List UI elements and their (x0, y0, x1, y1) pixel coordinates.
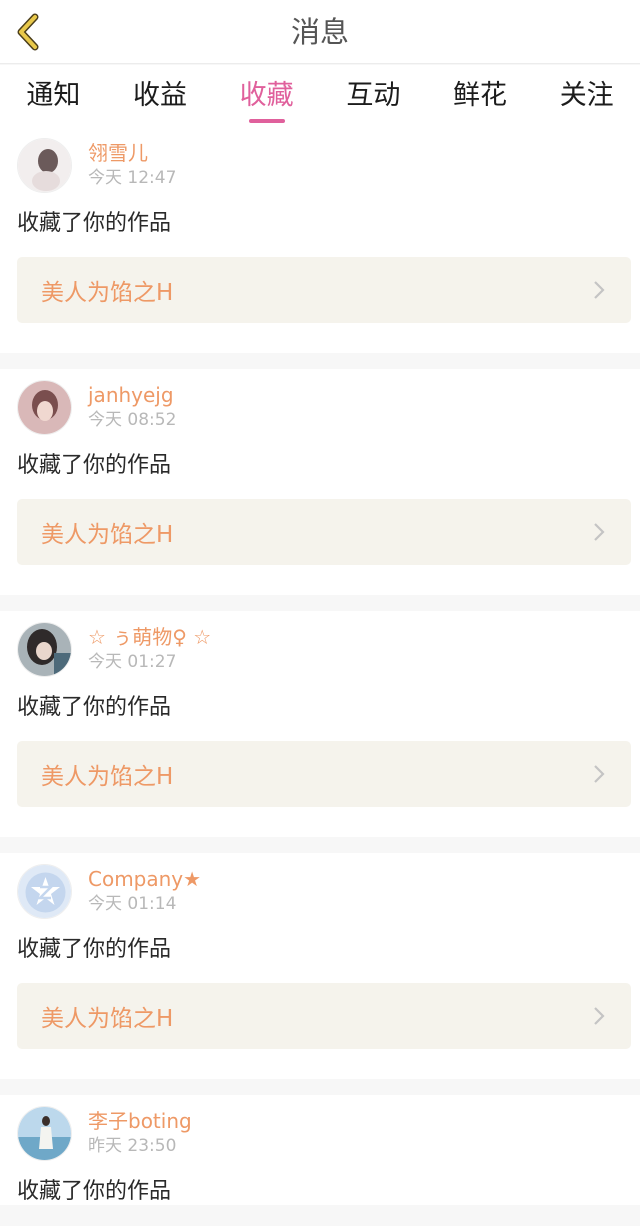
username[interactable]: janhyejg (88, 382, 176, 408)
timestamp: 今天 08:52 (88, 410, 177, 430)
avatar[interactable] (17, 1105, 72, 1161)
action-text: 收藏了你的作品 (17, 695, 172, 720)
tab-earnings[interactable]: 收益 (107, 65, 214, 127)
back-button[interactable] (0, 0, 56, 64)
tab-flowers[interactable]: 鲜花 (427, 65, 534, 127)
tab-label: 关注 (559, 80, 614, 111)
avatar[interactable] (17, 621, 72, 677)
avatar[interactable] (17, 379, 72, 435)
tab-label: 收藏 (239, 80, 294, 111)
list-item: Company★ 今天 01:14 收藏了你的作品 美人为馅之H (0, 853, 640, 1079)
tab-label: 鲜花 (453, 80, 508, 111)
work-title: 美人为馅之H (41, 764, 174, 790)
tab-follows[interactable]: 关注 (533, 65, 640, 127)
avatar[interactable] (17, 137, 72, 193)
action-text: 收藏了你的作品 (17, 937, 172, 962)
action-text: 收藏了你的作品 (17, 211, 172, 236)
top-bar: 消息 (0, 0, 640, 64)
tab-label: 收益 (133, 80, 187, 111)
tab-notifications[interactable]: 通知 (0, 65, 107, 127)
chevron-right-icon (594, 523, 605, 541)
action-text: 收藏了你的作品 (17, 1179, 172, 1204)
timestamp: 今天 01:27 (88, 652, 177, 672)
chevron-right-icon (594, 281, 605, 299)
work-title: 美人为馅之H (41, 522, 174, 548)
work-link[interactable]: 美人为馅之H (17, 499, 631, 565)
work-link[interactable]: 美人为馅之H (17, 983, 631, 1049)
username[interactable]: 李子boting (88, 1108, 192, 1134)
username[interactable]: ☆ ぅ萌物♀ ☆ (88, 624, 211, 650)
active-tab-indicator (248, 119, 285, 123)
list-item: 翎雪儿 今天 12:47 收藏了你的作品 美人为馅之H (0, 127, 640, 353)
chevron-right-icon (594, 1007, 605, 1025)
action-text: 收藏了你的作品 (17, 453, 172, 478)
page-title: 消息 (290, 15, 349, 49)
list-item: 李子boting 昨天 23:50 收藏了你的作品 (0, 1095, 640, 1205)
timestamp: 今天 12:47 (88, 168, 177, 188)
message-list: 翎雪儿 今天 12:47 收藏了你的作品 美人为馅之H janhyejg 今天 … (0, 127, 640, 1221)
chevron-left-icon (17, 13, 39, 51)
list-item: janhyejg 今天 08:52 收藏了你的作品 美人为馅之H (0, 369, 640, 595)
username[interactable]: 翎雪儿 (88, 140, 176, 166)
work-link[interactable]: 美人为馅之H (17, 257, 631, 323)
tab-bar: 通知 收益 收藏 互动 鲜花 关注 (0, 65, 640, 127)
tab-favorites[interactable]: 收藏 (213, 65, 320, 127)
avatar[interactable] (17, 863, 72, 919)
work-link[interactable]: 美人为馅之H (17, 741, 631, 807)
timestamp: 昨天 23:50 (88, 1136, 177, 1156)
chevron-right-icon (594, 765, 605, 783)
tab-label: 互动 (346, 80, 401, 111)
tab-interactions[interactable]: 互动 (320, 65, 427, 127)
timestamp: 今天 01:14 (88, 894, 177, 914)
work-title: 美人为馅之H (41, 1006, 174, 1032)
tab-label: 通知 (26, 80, 81, 111)
username[interactable]: Company★ (88, 866, 201, 892)
list-item: ☆ ぅ萌物♀ ☆ 今天 01:27 收藏了你的作品 美人为馅之H (0, 611, 640, 837)
work-title: 美人为馅之H (41, 280, 174, 306)
